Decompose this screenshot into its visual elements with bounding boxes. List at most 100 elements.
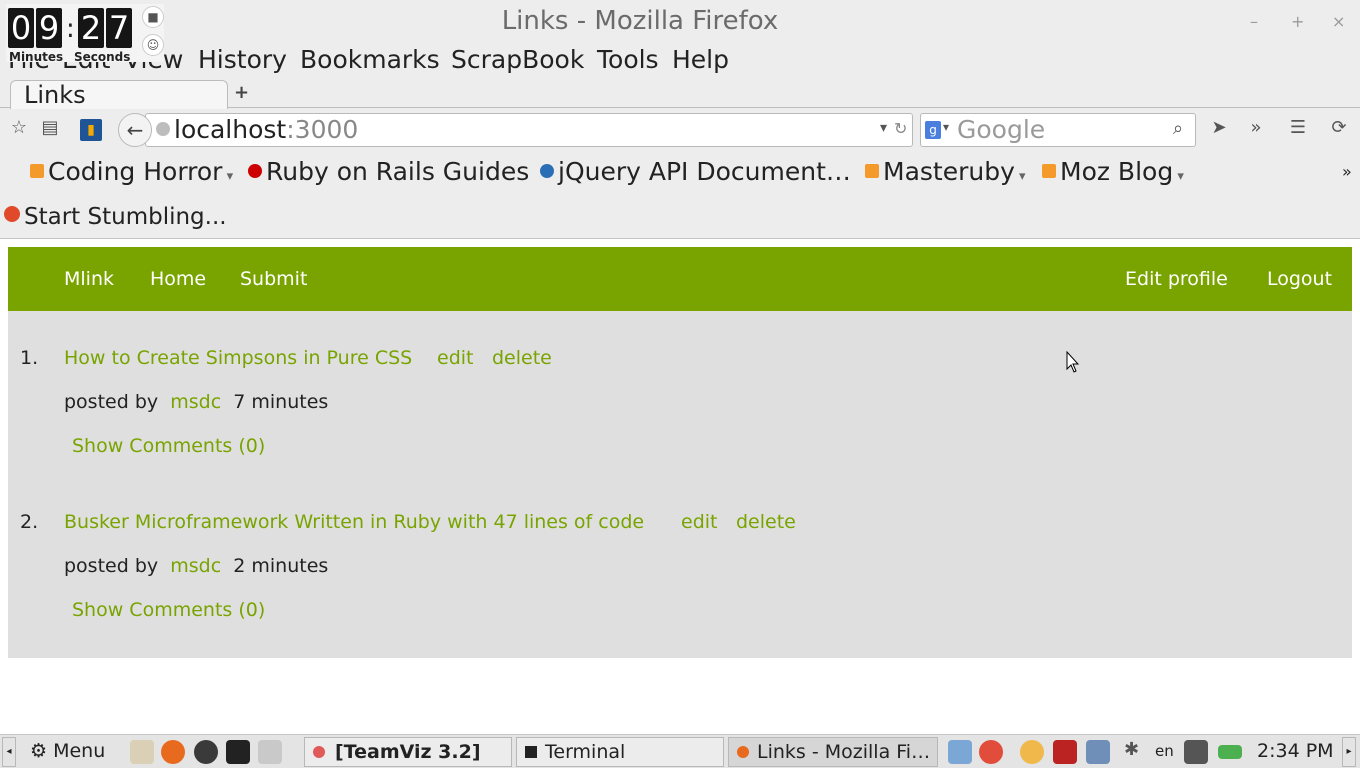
- bookmark-label: Ruby on Rails Guides: [266, 157, 530, 186]
- tab-links[interactable]: Links: [10, 80, 228, 109]
- delete-link[interactable]: delete: [492, 347, 552, 369]
- search-box[interactable]: g ▾ Google ⌕: [920, 113, 1196, 147]
- seconds-label: Seconds: [74, 50, 131, 64]
- nav-home-link[interactable]: Home: [150, 247, 206, 311]
- face-icon[interactable]: ☺: [142, 34, 164, 56]
- minimize-button[interactable]: –: [1250, 12, 1258, 31]
- clock[interactable]: 2:34 PM: [1257, 735, 1334, 767]
- bluetooth-icon[interactable]: ✱: [1124, 739, 1139, 760]
- google-icon[interactable]: g: [925, 121, 941, 139]
- search-icon[interactable]: ⌕: [1173, 118, 1183, 139]
- pomodoro-timer: 0 9 : 2 7 Minutes Seconds ■ ☺: [6, 4, 164, 64]
- search-placeholder: Google: [957, 115, 1046, 144]
- back-arrow-icon: ←: [126, 118, 144, 142]
- url-text: localhost:3000: [174, 115, 358, 145]
- user-link[interactable]: msdc: [170, 555, 221, 577]
- reload-icon[interactable]: ↻: [894, 119, 907, 138]
- firefox-icon: [737, 746, 749, 758]
- bookmark-coding-horror[interactable]: Coding Horror ▾: [30, 156, 233, 193]
- menu-bookmarks[interactable]: Bookmarks: [300, 44, 440, 76]
- nav-submit-link[interactable]: Submit: [240, 247, 307, 311]
- star-icon[interactable]: ☆: [7, 117, 31, 138]
- scroll-left-icon[interactable]: ◂: [2, 737, 16, 767]
- dropdown-icon[interactable]: ▾: [880, 120, 887, 136]
- send-icon[interactable]: ➤: [1207, 117, 1231, 138]
- screenshot-icon[interactable]: [258, 740, 282, 764]
- bookmark-label: jQuery API Document…: [558, 157, 851, 186]
- posted-by-label: posted by: [64, 391, 159, 413]
- stumbleupon-icon: [4, 206, 20, 222]
- link-title[interactable]: How to Create Simpsons in Pure CSS: [64, 347, 412, 369]
- bookmarks-toolbar: Coding Horror ▾ Ruby on Rails Guides jQu…: [0, 151, 1360, 195]
- jquery-icon: [540, 164, 554, 178]
- post-meta: posted by msdc 7 minutes: [64, 391, 328, 413]
- edit-link[interactable]: edit: [437, 347, 473, 369]
- rails-icon: [248, 164, 262, 178]
- close-button[interactable]: ×: [1332, 12, 1345, 31]
- show-comments-link[interactable]: Show Comments (0): [72, 435, 265, 457]
- bookmarks-overflow-button[interactable]: »: [1342, 156, 1352, 188]
- bookmark-jquery-api[interactable]: jQuery API Document…: [540, 156, 851, 188]
- weather-icon[interactable]: [1020, 740, 1044, 764]
- stumble-label: Start Stumbling...: [24, 204, 227, 230]
- maximize-button[interactable]: +: [1291, 12, 1304, 31]
- keyboard-layout-indicator[interactable]: en: [1155, 735, 1174, 767]
- network-icon[interactable]: [1184, 740, 1208, 764]
- rss-icon: [865, 164, 879, 178]
- new-tab-button[interactable]: +: [234, 82, 249, 103]
- menu-history[interactable]: History: [198, 44, 287, 76]
- speaker-icon[interactable]: [194, 740, 218, 764]
- minutes-digit-2: 9: [36, 8, 62, 48]
- scroll-right-icon[interactable]: ▸: [1342, 737, 1356, 767]
- sync-icon[interactable]: ⟳: [1327, 117, 1351, 138]
- shield-icon[interactable]: [1086, 740, 1110, 764]
- window-title: Links - Mozilla Firefox: [501, 6, 779, 36]
- links-list: 1. How to Create Simpsons in Pure CSS ed…: [8, 311, 1352, 658]
- menu-tools[interactable]: Tools: [597, 44, 659, 76]
- dropbox-icon[interactable]: [948, 740, 972, 764]
- battery-icon[interactable]: [1218, 745, 1242, 759]
- task-teamviz[interactable]: [TeamViz 3.2]: [304, 737, 512, 767]
- bookmark-rails-guides[interactable]: Ruby on Rails Guides: [248, 156, 529, 188]
- posted-by-label: posted by: [64, 555, 159, 577]
- microphone-icon[interactable]: [979, 740, 1003, 764]
- url-host: localhost: [174, 115, 287, 144]
- user-link[interactable]: msdc: [170, 391, 221, 413]
- page-content: Mlink Home Submit Edit profile Logout 1.…: [0, 239, 1360, 734]
- minutes-label: Minutes: [9, 50, 64, 64]
- start-menu-button[interactable]: ⚙ Menu: [30, 735, 105, 767]
- firefox-icon[interactable]: [161, 740, 185, 764]
- bookmark-moz-blog[interactable]: Moz Blog ▾: [1042, 156, 1184, 193]
- hamburger-menu-icon[interactable]: ☰: [1286, 117, 1310, 138]
- engine-dropdown-icon[interactable]: ▾: [943, 120, 949, 134]
- nav-brand-link[interactable]: Mlink: [64, 247, 114, 311]
- bookmark-label: Moz Blog: [1060, 157, 1174, 186]
- text-editor-icon[interactable]: [130, 740, 154, 764]
- show-comments-link[interactable]: Show Comments (0): [72, 599, 265, 621]
- stop-icon[interactable]: ■: [142, 6, 164, 28]
- stumble-button[interactable]: Start Stumbling...: [4, 197, 227, 237]
- overflow-icon[interactable]: »: [1244, 117, 1268, 138]
- rss-icon: [1042, 164, 1056, 178]
- window-titlebar: Links - Mozilla Firefox – + ×: [0, 0, 1360, 44]
- seconds-digit-1: 2: [78, 8, 104, 48]
- chevron-down-icon: ▾: [222, 169, 234, 184]
- list-item-number: 2.: [20, 511, 39, 533]
- seconds-digit-2: 7: [106, 8, 132, 48]
- link-title[interactable]: Busker Microframework Written in Ruby wi…: [64, 511, 644, 533]
- nav-logout-link[interactable]: Logout: [1267, 247, 1332, 311]
- task-firefox[interactable]: Links - Mozilla Fi…: [728, 737, 938, 767]
- edit-link[interactable]: edit: [681, 511, 717, 533]
- terminal-launcher-icon[interactable]: [226, 740, 250, 764]
- url-bar[interactable]: localhost:3000 ▾ ↻: [145, 113, 913, 147]
- clipboard-icon[interactable]: ▤: [38, 117, 62, 138]
- menu-scrapbook[interactable]: ScrapBook: [451, 44, 584, 76]
- nav-edit-profile-link[interactable]: Edit profile: [1125, 247, 1228, 311]
- stats-icon[interactable]: ▮: [80, 119, 102, 141]
- blocker-icon[interactable]: [1053, 740, 1077, 764]
- menu-help[interactable]: Help: [672, 44, 729, 76]
- bookmark-masteruby[interactable]: Masteruby ▾: [865, 156, 1026, 193]
- delete-link[interactable]: delete: [736, 511, 796, 533]
- task-terminal[interactable]: Terminal: [516, 737, 724, 767]
- back-button[interactable]: ←: [118, 113, 152, 147]
